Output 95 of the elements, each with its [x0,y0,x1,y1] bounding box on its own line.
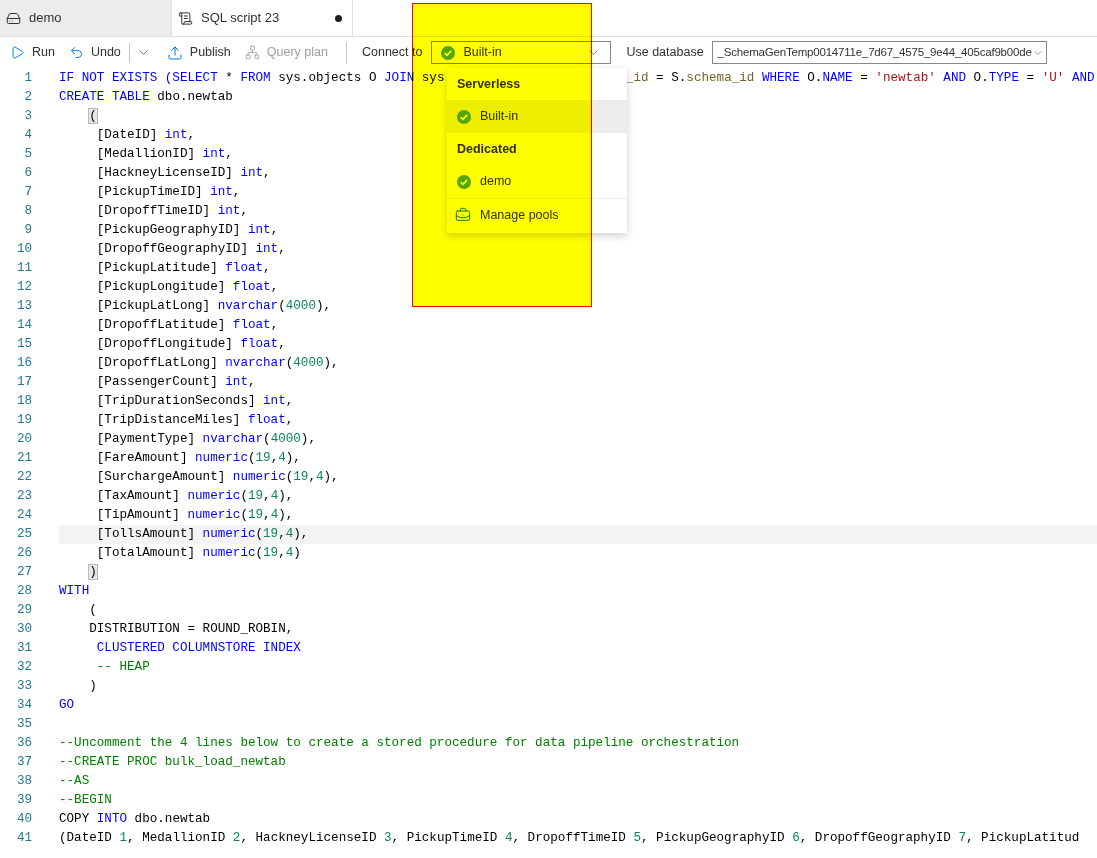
line-number: 28 [15,583,32,601]
code-line: --AS [59,773,90,790]
code-line: [PickupLongitude] float, [95,279,279,296]
line-number: 33 [15,678,32,696]
code-line: [TripDistanceMiles] float, [95,412,294,429]
code-line: [DateID] int, [95,127,196,144]
line-number: 24 [15,507,32,525]
code-line: [TipAmount] numeric(19,4), [95,507,294,524]
code-line: [HackneyLicenseID] int, [95,165,271,182]
code-line: [TotalAmount] numeric(19,4) [95,545,301,562]
line-number: 14 [15,317,32,335]
code-line: --CREATE PROC bulk_load_newtab [59,754,286,771]
line-number: 29 [15,602,32,620]
line-number: 7 [23,184,32,202]
line-number: 21 [15,450,32,468]
line-number: 12 [15,279,32,297]
upload-icon [166,44,183,61]
code-line: COPY INTO dbo.newtab [59,811,211,828]
toolbar-button[interactable]: Run [10,43,55,62]
line-number: 23 [15,488,32,506]
line-number: 9 [23,222,32,240]
line-number: 39 [15,792,32,810]
code-line: GO [59,697,75,714]
line-number: 34 [15,697,32,715]
code-line: [DropoffLatitude] float, [95,317,279,334]
code-line: [FareAmount] numeric(19,4), [95,450,301,467]
line-number: 16 [15,355,32,373]
line-number: 2 [23,89,32,107]
code-line: [SurchargeAmount] numeric(19,4), [95,469,339,486]
line-number: 35 [15,716,32,734]
line-number: 18 [15,393,32,411]
script-icon [178,10,193,26]
line-number: 40 [15,811,32,829]
code-line: [TripDurationSeconds] int, [95,393,294,410]
code-line: _id = S.schema_id WHERE O.NAME = 'newtab' AND O.TYPE = 'U' AND [625,70,1095,87]
code-line: [TollsAmount] numeric(19,4), [95,526,309,543]
group-heading: Serverless [456,75,522,93]
code-line: --BEGIN [59,792,112,809]
tab-label: demo [29,9,63,28]
line-number: 20 [15,431,32,449]
code-line: [TaxAmount] numeric(19,4), [95,488,294,505]
code-line: CREATE TABLE dbo.newtab [59,89,233,106]
line-number: 30 [15,621,32,639]
line-number: 4 [23,127,32,145]
line-number: 3 [23,108,32,126]
editor-tab[interactable]: demo [0,0,172,36]
line-number: 19 [15,412,32,430]
code-line: [PickupTimeID] int, [95,184,241,201]
code-line: [PassengerCount] int, [95,374,256,391]
toolbar-button[interactable]: Undo [68,43,121,62]
code-line: [PickupLatLong] nvarchar(4000), [95,298,332,315]
code-line: ) [88,678,97,695]
line-number: 37 [15,754,32,772]
line-number: 13 [15,298,32,316]
code-line: [PaymentType] nvarchar(4000), [95,431,316,448]
toolbar-button[interactable]: Publish [166,43,231,62]
code-line: DISTRIBUTION = ROUND_ROBIN, [88,621,294,638]
play-icon [10,45,25,60]
line-number: 38 [15,773,32,791]
group-heading: Dedicated [456,140,518,158]
code-line: CLUSTERED COLUMNSTORE INDEX [95,640,301,657]
line-number: 41 [15,830,32,848]
tab-label: SQL script 23 [201,9,281,28]
line-number: 1 [23,70,32,88]
code-line: [PickupGeographyID] int, [95,222,279,239]
code-line: [DropoffGeographyID] int, [95,241,286,258]
code-line: (DateID 1, MedallionID 2, HackneyLicenseID 3, PickupTimeID 4, DropoffTimeID 5, PickupGeographyID 6, DropoffGeographyID 7, PickupLatitud [59,830,1080,847]
line-number: 36 [15,735,32,753]
code-line: [DropoffLongitude] float, [95,336,286,353]
code-line: [MedallionID] int, [95,146,233,163]
drive-icon [6,10,21,26]
code-line: WITH [59,583,90,600]
database-label: Use database [626,44,704,62]
code-line: --Uncomment the 4 lines below to create a stored procedure for data pipeline orchestration [59,735,740,752]
line-number: 25 [15,526,32,544]
line-number: 5 [23,146,32,164]
line-number: 8 [23,203,32,221]
line-number: 11 [15,260,32,278]
line-number: 32 [15,659,32,677]
code-line: [DropoffTimeID] int, [95,203,248,220]
line-number: 10 [15,241,32,259]
line-number: 26 [15,545,32,563]
line-number: 31 [15,640,32,658]
line-number: 17 [15,374,32,392]
code-line: [PickupLatitude] float, [95,260,271,277]
code-line: [DropoffLatLong] nvarchar(4000), [95,355,339,372]
database-select[interactable]: _SchemaGenTemp0014711e_7d67_4575_9e44_405caf9b00de [711,41,1047,64]
line-number: 22 [15,469,32,487]
code-line: -- HEAP [95,659,150,676]
undo-icon [68,45,84,60]
line-number: 15 [15,336,32,354]
line-number: 6 [23,165,32,183]
line-number: 27 [15,564,32,582]
hierarchy-icon [244,45,260,60]
code-line: ( [88,602,97,619]
